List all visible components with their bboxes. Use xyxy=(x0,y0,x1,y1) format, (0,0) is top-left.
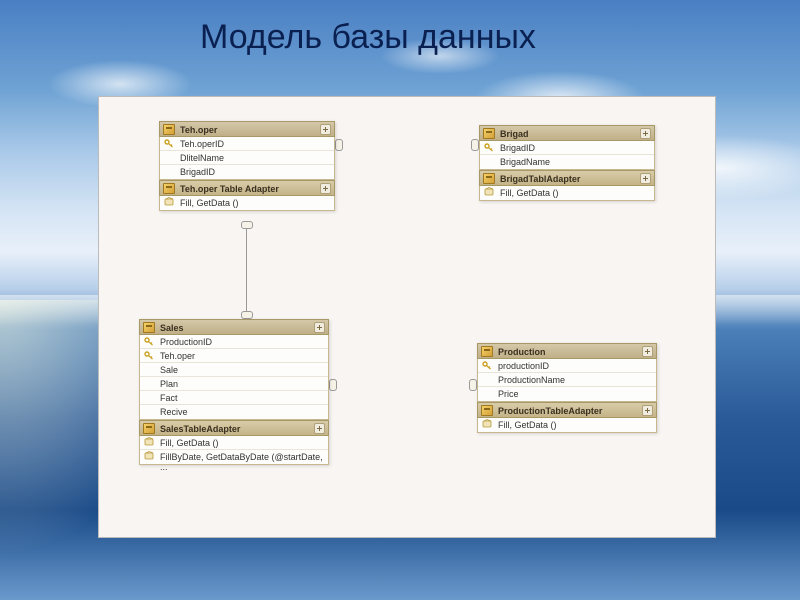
connector-sales-production xyxy=(329,377,477,393)
field-row[interactable]: ProductionID xyxy=(140,335,328,349)
method-icon xyxy=(144,451,154,460)
expand-icon[interactable] xyxy=(640,173,651,184)
field-row[interactable]: BrigadID xyxy=(160,165,334,179)
expand-icon[interactable] xyxy=(314,322,325,333)
entity-header[interactable]: Brigad xyxy=(479,125,655,141)
entity-header[interactable]: Sales xyxy=(139,319,329,335)
adapter-title: ProductionTableAdapter xyxy=(498,406,602,416)
field-row[interactable]: Sale xyxy=(140,363,328,377)
entity-title: Brigad xyxy=(500,129,529,139)
method-name: FillByDate, GetDataByDate (@startDate, .… xyxy=(160,452,323,472)
field-row[interactable]: productionID xyxy=(478,359,656,373)
adapter-icon xyxy=(483,173,495,184)
field-name: Fact xyxy=(160,393,178,403)
field-name: productionID xyxy=(498,361,549,371)
adapter-title: BrigadTablAdapter xyxy=(500,174,580,184)
field-name: ProductionID xyxy=(160,337,212,347)
field-name: Teh.operID xyxy=(180,139,224,149)
adapter-methods: Fill, GetData () xyxy=(477,418,657,433)
field-name: BrigadID xyxy=(500,143,535,153)
field-row[interactable]: Recive xyxy=(140,405,328,419)
connector-tehoper-brigad xyxy=(335,137,479,153)
field-row[interactable]: Teh.oper xyxy=(140,349,328,363)
expand-icon[interactable] xyxy=(320,124,331,135)
adapter-header[interactable]: BrigadTablAdapter xyxy=(479,170,655,186)
method-icon xyxy=(482,419,492,428)
adapter-title: SalesTableAdapter xyxy=(160,424,240,434)
entity-title: Production xyxy=(498,347,546,357)
adapter-title: Teh.oper Table Adapter xyxy=(180,184,279,194)
adapter-methods: Fill, GetData () xyxy=(479,186,655,201)
field-row[interactable]: BrigadID xyxy=(480,141,654,155)
table-icon xyxy=(481,346,493,357)
key-icon xyxy=(482,361,492,370)
field-row[interactable]: DlitelName xyxy=(160,151,334,165)
adapter-header[interactable]: SalesTableAdapter xyxy=(139,420,329,436)
field-row[interactable]: BrigadName xyxy=(480,155,654,169)
entity-sales[interactable]: Sales ProductionID Teh.oper Sale Plan Fact Rec… xyxy=(139,319,329,465)
field-name: DlitelName xyxy=(180,153,224,163)
entity-tehoper[interactable]: Teh.operTeh.operIDDlitelNameBrigadIDTeh.… xyxy=(159,121,335,211)
adapter-header[interactable]: ProductionTableAdapter xyxy=(477,402,657,418)
table-icon xyxy=(143,322,155,333)
field-name: BrigadID xyxy=(180,167,215,177)
method-icon xyxy=(484,187,494,196)
adapter-methods: Fill, GetData () xyxy=(159,196,335,211)
method-row[interactable]: FillByDate, GetDataByDate (@startDate, .… xyxy=(140,450,328,464)
field-name: Price xyxy=(498,389,519,399)
adapter-methods: Fill, GetData () FillByDate, GetDataByDat… xyxy=(139,436,329,465)
method-name: Fill, GetData () xyxy=(500,188,559,198)
field-row[interactable]: Fact xyxy=(140,391,328,405)
field-name: Sale xyxy=(160,365,178,375)
entity-production[interactable]: Production productionID ProductionName Pric… xyxy=(477,343,657,433)
key-icon xyxy=(164,139,174,148)
expand-icon[interactable] xyxy=(640,128,651,139)
method-row[interactable]: Fill, GetData () xyxy=(160,196,334,210)
method-name: Fill, GetData () xyxy=(180,198,239,208)
method-icon xyxy=(164,197,174,206)
entity-title: Sales xyxy=(160,323,184,333)
entity-fields: BrigadID BrigadName xyxy=(479,141,655,170)
slide-title: Модель базы данных xyxy=(200,18,536,57)
table-icon xyxy=(163,124,175,135)
field-name: Teh.oper xyxy=(160,351,195,361)
entity-header[interactable]: Teh.oper xyxy=(159,121,335,137)
entity-fields: productionID ProductionName Price xyxy=(477,359,657,402)
field-row[interactable]: Teh.operID xyxy=(160,137,334,151)
entity-header[interactable]: Production xyxy=(477,343,657,359)
expand-icon[interactable] xyxy=(314,423,325,434)
connector-sales-tehoper xyxy=(239,221,253,319)
entity-fields: ProductionID Teh.oper Sale Plan Fact Recive xyxy=(139,335,329,420)
field-row[interactable]: ProductionName xyxy=(478,373,656,387)
field-name: Recive xyxy=(160,407,188,417)
field-row[interactable]: Price xyxy=(478,387,656,401)
key-icon xyxy=(144,337,154,346)
key-icon xyxy=(484,143,494,152)
diagram-canvas: Teh.operTeh.operIDDlitelNameBrigadIDTeh.… xyxy=(98,96,716,538)
method-name: Fill, GetData () xyxy=(498,420,557,430)
entity-fields: Teh.operID DlitelName BrigadID xyxy=(159,137,335,180)
method-row[interactable]: Fill, GetData () xyxy=(480,186,654,200)
entity-title: Teh.oper xyxy=(180,125,217,135)
adapter-icon xyxy=(481,405,493,416)
field-name: ProductionName xyxy=(498,375,565,385)
method-name: Fill, GetData () xyxy=(160,438,219,448)
field-row[interactable]: Plan xyxy=(140,377,328,391)
method-row[interactable]: Fill, GetData () xyxy=(140,436,328,450)
expand-icon[interactable] xyxy=(320,183,331,194)
adapter-icon xyxy=(143,423,155,434)
expand-icon[interactable] xyxy=(642,405,653,416)
entity-brigad[interactable]: Brigad BrigadID BrigadName BrigadTablAdapte… xyxy=(479,125,655,201)
expand-icon[interactable] xyxy=(642,346,653,357)
key-icon xyxy=(144,351,154,360)
field-name: Plan xyxy=(160,379,178,389)
adapter-header[interactable]: Teh.oper Table Adapter xyxy=(159,180,335,196)
method-icon xyxy=(144,437,154,446)
adapter-icon xyxy=(163,183,175,194)
method-row[interactable]: Fill, GetData () xyxy=(478,418,656,432)
table-icon xyxy=(483,128,495,139)
field-name: BrigadName xyxy=(500,157,550,167)
